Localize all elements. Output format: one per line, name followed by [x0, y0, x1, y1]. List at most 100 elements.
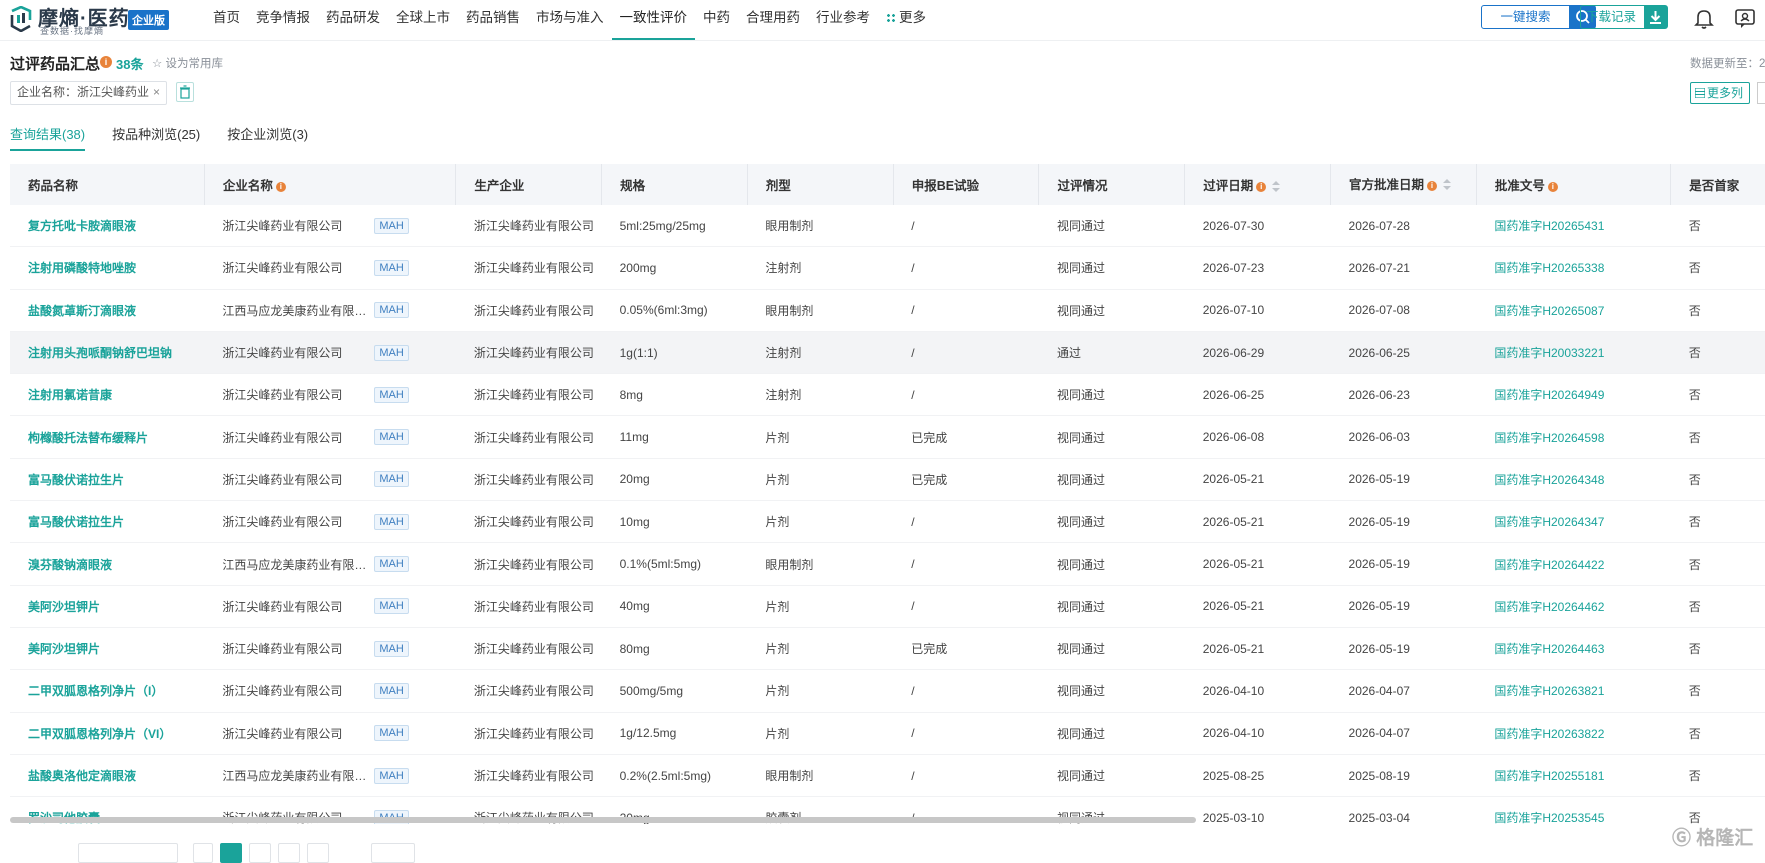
bell-icon[interactable]: [1692, 6, 1716, 30]
nav-item[interactable]: 竞争情报: [248, 0, 318, 38]
info-icon[interactable]: i: [1256, 182, 1267, 192]
cell-drug[interactable]: 溴芬酸钠滴眼液: [10, 542, 205, 586]
table-row[interactable]: 盐酸氮䓬斯汀滴眼液 江西马应龙美康药业有限公司 MAH 浙江尖峰药业有限公司 0.05%…: [10, 289, 1765, 332]
cell-drug[interactable]: 盐酸氮䓬斯汀滴眼液: [10, 289, 205, 332]
cell-drug[interactable]: 美阿沙坦钾片: [10, 627, 205, 671]
cell-drug[interactable]: 富马酸伏诺拉生片: [10, 500, 205, 544]
filter-chip-label: 企业名称：浙江尖峰药业: [17, 85, 150, 99]
support-chat-icon[interactable]: [1733, 6, 1757, 30]
table-row[interactable]: 注射用头孢哌酮钠舒巴坦钠 浙江尖峰药业有限公司 MAH 浙江尖峰药业有限公司 1g(1:…: [10, 331, 1765, 375]
trash-icon: [180, 85, 190, 99]
nav-item[interactable]: 中药: [695, 0, 738, 38]
cell-drug[interactable]: 注射用氯诺昔康: [10, 373, 205, 417]
sort-icon[interactable]: [1272, 180, 1281, 193]
jump-page-input[interactable]: [371, 843, 415, 863]
nav-item[interactable]: 行业参考: [808, 0, 878, 38]
table-row[interactable]: 美阿沙坦钾片 浙江尖峰药业有限公司 MAH 浙江尖峰药业有限公司 40mg 片剂 / 视同通过…: [10, 585, 1765, 628]
cell-approval[interactable]: 国药准字H20264598: [1476, 415, 1671, 459]
horizontal-scrollbar[interactable]: [10, 817, 1196, 823]
info-icon[interactable]: i: [1547, 182, 1558, 192]
cell-approval[interactable]: 国药准字H20264462: [1476, 585, 1671, 628]
column-header[interactable]: 批准文号 i: [1476, 164, 1672, 205]
cell-official: 2026-07-28: [1330, 205, 1477, 248]
table-row[interactable]: 富马酸伏诺拉生片 浙江尖峰药业有限公司 MAH 浙江尖峰药业有限公司 20mg 片剂 已完成…: [10, 458, 1765, 502]
cell-drug[interactable]: 二甲双胍恩格列净片（I）: [10, 669, 205, 713]
nav-item[interactable]: 合理用药: [738, 0, 808, 38]
results-table-wrapper: 药品名称 企业名称 i 生产企业 规格 剂型 申报BE试验 过评情况 过评日期 i 官方批准日期 i 批…: [10, 164, 1765, 824]
column-header[interactable]: 企业名称 i: [204, 164, 457, 205]
nav-item[interactable]: 更多: [878, 0, 934, 38]
table-row[interactable]: 盐酸奥洛他定滴眼液 江西马应龙美康药业有限公司 MAH 浙江尖峰药业有限公司 0.2%(…: [10, 754, 1765, 798]
cell-drug[interactable]: 注射用磷酸特地唑胺: [10, 246, 205, 290]
close-icon[interactable]: ×: [153, 85, 160, 99]
cell-approval[interactable]: 国药准字H20264348: [1476, 458, 1671, 502]
brand-logo[interactable]: 摩熵·医药 查数据·找摩熵 企业版: [8, 2, 170, 36]
tab[interactable]: 按品种浏览(25): [112, 124, 200, 151]
table-row[interactable]: 溴芬酸钠滴眼液 江西马应龙美康药业有限公司 MAH 浙江尖峰药业有限公司 0.1%(5m…: [10, 542, 1765, 586]
cell-approval[interactable]: 国药准字H20264347: [1476, 500, 1671, 544]
set-favorite-link[interactable]: ☆ 设为常用库: [152, 55, 223, 71]
nav-item[interactable]: 药品研发: [318, 0, 388, 38]
column-header[interactable]: 申报BE试验: [893, 164, 1040, 205]
toolbar-edge-button[interactable]: [1757, 82, 1765, 104]
cell-drug[interactable]: 二甲双胍恩格列净片（VI）: [10, 712, 205, 755]
table-row[interactable]: 注射用磷酸特地唑胺 浙江尖峰药业有限公司 MAH 浙江尖峰药业有限公司 200mg 注射剂…: [10, 246, 1765, 290]
table-row[interactable]: 二甲双胍恩格列净片（VI） 浙江尖峰药业有限公司 MAH 浙江尖峰药业有限公司 1g/1…: [10, 712, 1765, 755]
prev-page-button[interactable]: [193, 843, 213, 863]
table-row[interactable]: 富马酸伏诺拉生片 浙江尖峰药业有限公司 MAH 浙江尖峰药业有限公司 10mg 片剂 / 视同…: [10, 500, 1765, 544]
quick-search-button[interactable]: 一键搜索: [1481, 5, 1570, 29]
column-header[interactable]: 生产企业: [455, 164, 603, 205]
cell-drug[interactable]: 枸橼酸托法替布缓释片: [10, 415, 205, 459]
nav-item[interactable]: 首页: [205, 0, 248, 38]
column-header[interactable]: 规格: [601, 164, 748, 205]
cell-drug[interactable]: 盐酸奥洛他定滴眼液: [10, 754, 205, 798]
tab[interactable]: 按企业浏览(3): [227, 124, 308, 151]
cell-approval[interactable]: 国药准字H20263821: [1476, 669, 1671, 713]
cell-approval[interactable]: 国药准字H20263822: [1476, 712, 1671, 755]
cell-approval[interactable]: 国药准字H20255181: [1476, 754, 1671, 798]
next-page-button[interactable]: [307, 843, 329, 863]
cell-approval[interactable]: 国药准字H20033221: [1476, 331, 1671, 375]
cell-drug[interactable]: 富马酸伏诺拉生片: [10, 458, 205, 502]
page-button[interactable]: [249, 843, 271, 863]
column-header[interactable]: 是否首家: [1670, 164, 1765, 205]
column-header[interactable]: 药品名称: [10, 164, 205, 205]
nav-item[interactable]: 市场与准入: [528, 0, 612, 38]
table-row[interactable]: 二甲双胍恩格列净片（I） 浙江尖峰药业有限公司 MAH 浙江尖峰药业有限公司 500mg…: [10, 669, 1765, 713]
cell-drug[interactable]: 复方托吡卡胺滴眼液: [10, 205, 205, 248]
table-row[interactable]: 复方托吡卡胺滴眼液 浙江尖峰药业有限公司 MAH 浙江尖峰药业有限公司 5ml:25mg…: [10, 205, 1765, 248]
page-button[interactable]: [278, 843, 300, 863]
download-history-button[interactable]: 下载记录: [1580, 5, 1668, 29]
cell-drug[interactable]: 美阿沙坦钾片: [10, 585, 205, 628]
sort-icon[interactable]: [1443, 179, 1452, 191]
cell-approval[interactable]: 国药准字H20264949: [1476, 373, 1671, 417]
cell-approval[interactable]: 国药准字H20265338: [1476, 246, 1671, 290]
cell-approval[interactable]: 国药准字H20264422: [1476, 542, 1671, 586]
info-icon[interactable]: i: [1427, 180, 1438, 191]
nav-item[interactable]: 全球上市: [388, 0, 458, 38]
cell-approval[interactable]: 国药准字H20253545: [1476, 796, 1671, 824]
info-icon[interactable]: i: [275, 182, 286, 192]
info-icon[interactable]: i: [100, 56, 112, 68]
column-header[interactable]: 剂型: [747, 164, 894, 205]
table-row[interactable]: 美阿沙坦钾片 浙江尖峰药业有限公司 MAH 浙江尖峰药业有限公司 80mg 片剂 已完成 视同…: [10, 627, 1765, 671]
column-header[interactable]: 过评情况: [1038, 164, 1186, 205]
cell-approval[interactable]: 国药准字H20265087: [1476, 289, 1671, 332]
tab[interactable]: 查询结果(38): [10, 124, 86, 151]
more-columns-button[interactable]: 更多列: [1690, 82, 1750, 104]
cell-form: 片剂: [747, 458, 894, 502]
cell-drug[interactable]: 注射用头孢哌酮钠舒巴坦钠: [10, 331, 205, 375]
column-header[interactable]: 官方批准日期 i: [1330, 164, 1477, 205]
page-size-select[interactable]: [78, 843, 178, 863]
table-row[interactable]: 枸橼酸托法替布缓释片 浙江尖峰药业有限公司 MAH 浙江尖峰药业有限公司 11mg 片剂已…: [10, 415, 1765, 459]
page-button-current[interactable]: [220, 843, 242, 863]
cell-approval[interactable]: 国药准字H20265431: [1476, 205, 1671, 248]
grid-dots-icon: [886, 13, 896, 23]
nav-item[interactable]: 一致性评价: [611, 0, 695, 40]
table-row[interactable]: 注射用氯诺昔康 浙江尖峰药业有限公司 MAH 浙江尖峰药业有限公司 8mg 注射剂 / 视同通…: [10, 373, 1765, 417]
column-header[interactable]: 过评日期 i: [1184, 164, 1332, 205]
nav-item[interactable]: 药品销售: [458, 0, 528, 38]
column-header-label: 剂型: [765, 179, 791, 193]
clear-filters-button[interactable]: [176, 82, 194, 102]
cell-approval[interactable]: 国药准字H20264463: [1476, 627, 1671, 671]
